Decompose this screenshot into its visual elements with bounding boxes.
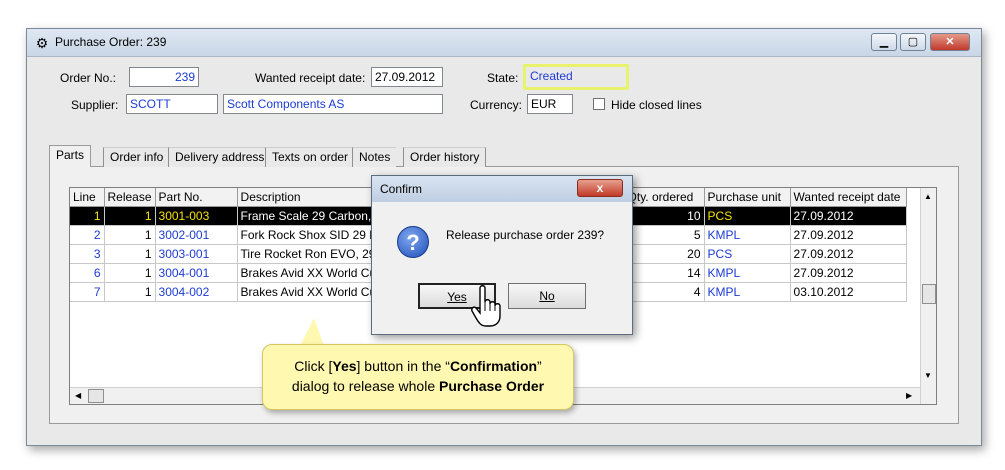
column-header-part-no[interactable]: Part No.: [155, 188, 238, 207]
supplier-label: Supplier:: [71, 98, 119, 112]
currency-label: Currency:: [470, 98, 523, 112]
tab-delivery-address[interactable]: Delivery address: [168, 147, 271, 167]
window-title: Purchase Order: 239: [55, 35, 167, 49]
callout-text: dialog to release whole: [291, 378, 440, 394]
scroll-left-icon[interactable]: ◀: [75, 391, 81, 400]
callout-line-1: Click [Yes] button in the “Confirmation”: [263, 356, 573, 376]
state-label: State:: [487, 71, 519, 85]
gear-icon: ⚙: [35, 35, 49, 51]
cell-qty: 10: [624, 206, 705, 226]
cell-line: 7: [70, 282, 105, 302]
order-no-label: Order No.:: [60, 71, 117, 85]
cell-qty: 14: [624, 263, 705, 283]
cell-date: 27.09.2012: [790, 206, 907, 226]
callout-line-2: dialog to release whole Purchase Order: [263, 376, 573, 396]
cell-unit: KMPL: [704, 263, 791, 283]
cell-date: 27.09.2012: [790, 244, 907, 264]
cell-qty: 5: [624, 225, 705, 245]
no-button[interactable]: No: [508, 283, 586, 309]
scroll-right-icon[interactable]: ▶: [906, 391, 912, 400]
cell-unit: KMPL: [704, 225, 791, 245]
dialog-title: Confirm: [380, 182, 423, 196]
column-header-qty-ordered[interactable]: Qty. ordered: [624, 188, 705, 207]
cell-release: 1: [104, 263, 156, 283]
cell-line: 6: [70, 263, 105, 283]
vertical-scroll-thumb[interactable]: [922, 284, 936, 304]
cell-date: 27.09.2012: [790, 225, 907, 245]
callout-text: ] button in the “: [356, 358, 450, 374]
wanted-date-label: Wanted receipt date:: [255, 71, 366, 85]
hide-closed-checkbox[interactable]: [593, 98, 605, 110]
cell-release: 1: [104, 282, 156, 302]
no-button-label: No: [539, 289, 555, 303]
horizontal-scroll-thumb[interactable]: [88, 389, 104, 403]
title-bar[interactable]: ⚙ Purchase Order: 239 ▁ ▢ ✕: [27, 29, 981, 57]
column-header-purchase-unit[interactable]: Purchase unit: [704, 188, 791, 207]
callout-bold-purchase-order: Purchase Order: [439, 378, 545, 394]
cell-line: 3: [70, 244, 105, 264]
wanted-date-field[interactable]: 27.09.2012: [371, 67, 443, 87]
question-icon: ?: [397, 226, 429, 258]
callout-bold-yes: Yes: [332, 358, 357, 374]
callout-bold-confirmation: Confirmation: [449, 358, 538, 374]
cell-unit: PCS: [704, 244, 791, 264]
cell-qty: 20: [624, 244, 705, 264]
cell-date: 27.09.2012: [790, 263, 907, 283]
column-header-wanted-date[interactable]: Wanted receipt date: [790, 188, 907, 207]
tab-order-history[interactable]: Order history: [403, 147, 487, 167]
cell-part-no: 3003-001: [155, 244, 238, 264]
column-header-line[interactable]: Line: [70, 188, 105, 207]
dialog-title-bar[interactable]: Confirm x: [372, 176, 632, 202]
tab-texts-on-order[interactable]: Texts on order: [265, 147, 355, 167]
dialog-message: Release purchase order 239?: [446, 228, 605, 242]
cell-release: 1: [104, 244, 156, 264]
supplier-name-field[interactable]: Scott Components AS: [223, 94, 443, 114]
tab-order-info[interactable]: Order info: [103, 147, 170, 167]
currency-field[interactable]: EUR: [527, 94, 573, 114]
cell-date: 03.10.2012: [790, 282, 907, 302]
scroll-up-icon[interactable]: ▲: [924, 192, 932, 201]
callout-tail: [300, 318, 324, 346]
tab-notes[interactable]: Notes: [352, 147, 397, 167]
yes-button-label: Yes: [447, 290, 467, 304]
maximize-button[interactable]: ▢: [900, 33, 926, 51]
column-header-release[interactable]: Release: [104, 188, 156, 207]
hide-closed-label: Hide closed lines: [611, 98, 702, 112]
scroll-down-icon[interactable]: ▼: [924, 371, 932, 380]
cell-part-no: 3001-003: [155, 206, 238, 226]
vertical-scrollbar[interactable]: ▲ ▼: [920, 188, 936, 404]
cell-part-no: 3004-001: [155, 263, 238, 283]
cell-part-no: 3004-002: [155, 282, 238, 302]
hand-cursor-icon: [471, 285, 501, 327]
cell-part-no: 3002-001: [155, 225, 238, 245]
cell-unit: KMPL: [704, 282, 791, 302]
callout-text: ”: [537, 358, 542, 374]
cell-line: 1: [70, 206, 105, 226]
instruction-callout: Click [Yes] button in the “Confirmation”…: [262, 344, 574, 410]
supplier-code-field[interactable]: SCOTT: [126, 94, 218, 114]
cell-line: 2: [70, 225, 105, 245]
state-field: Created: [530, 69, 573, 83]
cell-qty: 4: [624, 282, 705, 302]
cell-unit: PCS: [704, 206, 791, 226]
minimize-button[interactable]: ▁: [871, 33, 897, 51]
dialog-close-button[interactable]: x: [577, 179, 623, 197]
cell-release: 1: [104, 206, 156, 226]
cell-release: 1: [104, 225, 156, 245]
tab-parts[interactable]: Parts: [49, 145, 92, 167]
close-button[interactable]: ✕: [930, 33, 970, 51]
order-no-field[interactable]: 239: [129, 67, 199, 87]
callout-text: Click [: [294, 358, 333, 374]
